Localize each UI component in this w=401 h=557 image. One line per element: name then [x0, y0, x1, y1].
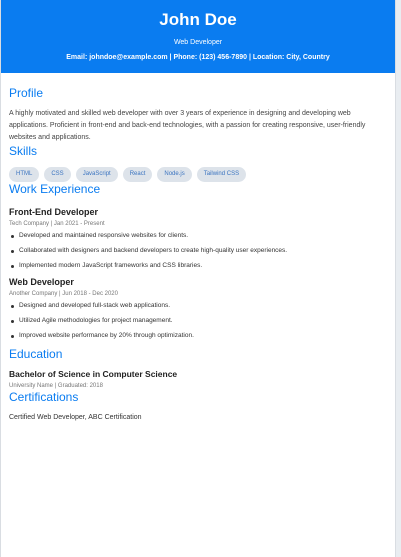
job-entry: Web Developer Another Company | Jun 2018…: [9, 277, 387, 340]
contact-info: Email: johndoe@example.com | Phone: (123…: [66, 54, 330, 61]
resume-content: Profile A highly motivated and skilled w…: [1, 73, 395, 422]
skill-tag: Node.js: [157, 167, 192, 182]
skills-heading: Skills: [9, 144, 38, 158]
candidate-name: John Doe: [159, 10, 237, 29]
job-bullets: Designed and developed full-stack web ap…: [9, 302, 387, 340]
job-meta: Another Company | Jun 2018 - Dec 2020: [9, 291, 118, 297]
education-heading: Education: [9, 347, 63, 361]
skill-tag: Tailwind CSS: [196, 167, 247, 182]
work-experience-heading: Work Experience: [9, 182, 101, 196]
resume-header: John Doe Web Developer Email: johndoe@ex…: [1, 0, 395, 73]
job-bullet: Developed and maintained responsive webs…: [9, 232, 387, 240]
skill-tag: React: [122, 167, 153, 182]
job-title: Front-End Developer: [9, 207, 99, 217]
job-bullet: Implemented modern JavaScript frameworks…: [9, 262, 387, 270]
skill-tag: CSS: [44, 167, 71, 182]
job-bullet: Utilized Agile methodologies for project…: [9, 317, 387, 325]
job-bullet: Improved website performance by 20% thro…: [9, 332, 387, 340]
candidate-role: Web Developer: [173, 39, 223, 46]
job-entry: Front-End Developer Tech Company | Jan 2…: [9, 207, 387, 270]
skills-list: HTML CSS JavaScript React Node.js Tailwi…: [9, 167, 387, 182]
certifications-heading: Certifications: [9, 390, 79, 404]
resume-page: John Doe Web Developer Email: johndoe@ex…: [0, 0, 396, 557]
skill-tag: HTML: [9, 167, 40, 182]
profile-text: A highly motivated and skilled web devel…: [9, 110, 366, 141]
education-degree: Bachelor of Science in Computer Science: [9, 369, 178, 379]
profile-heading: Profile: [9, 86, 44, 100]
job-bullet: Designed and developed full-stack web ap…: [9, 302, 387, 310]
skill-tag: JavaScript: [75, 167, 118, 182]
education-meta: University Name | Graduated: 2018: [9, 383, 103, 389]
job-meta: Tech Company | Jan 2021 - Present: [9, 221, 105, 227]
certification-text: Certified Web Developer, ABC Certificati…: [9, 414, 142, 421]
job-title: Web Developer: [9, 277, 74, 287]
job-bullet: Collaborated with designers and backend …: [9, 247, 387, 255]
job-bullets: Developed and maintained responsive webs…: [9, 232, 387, 270]
